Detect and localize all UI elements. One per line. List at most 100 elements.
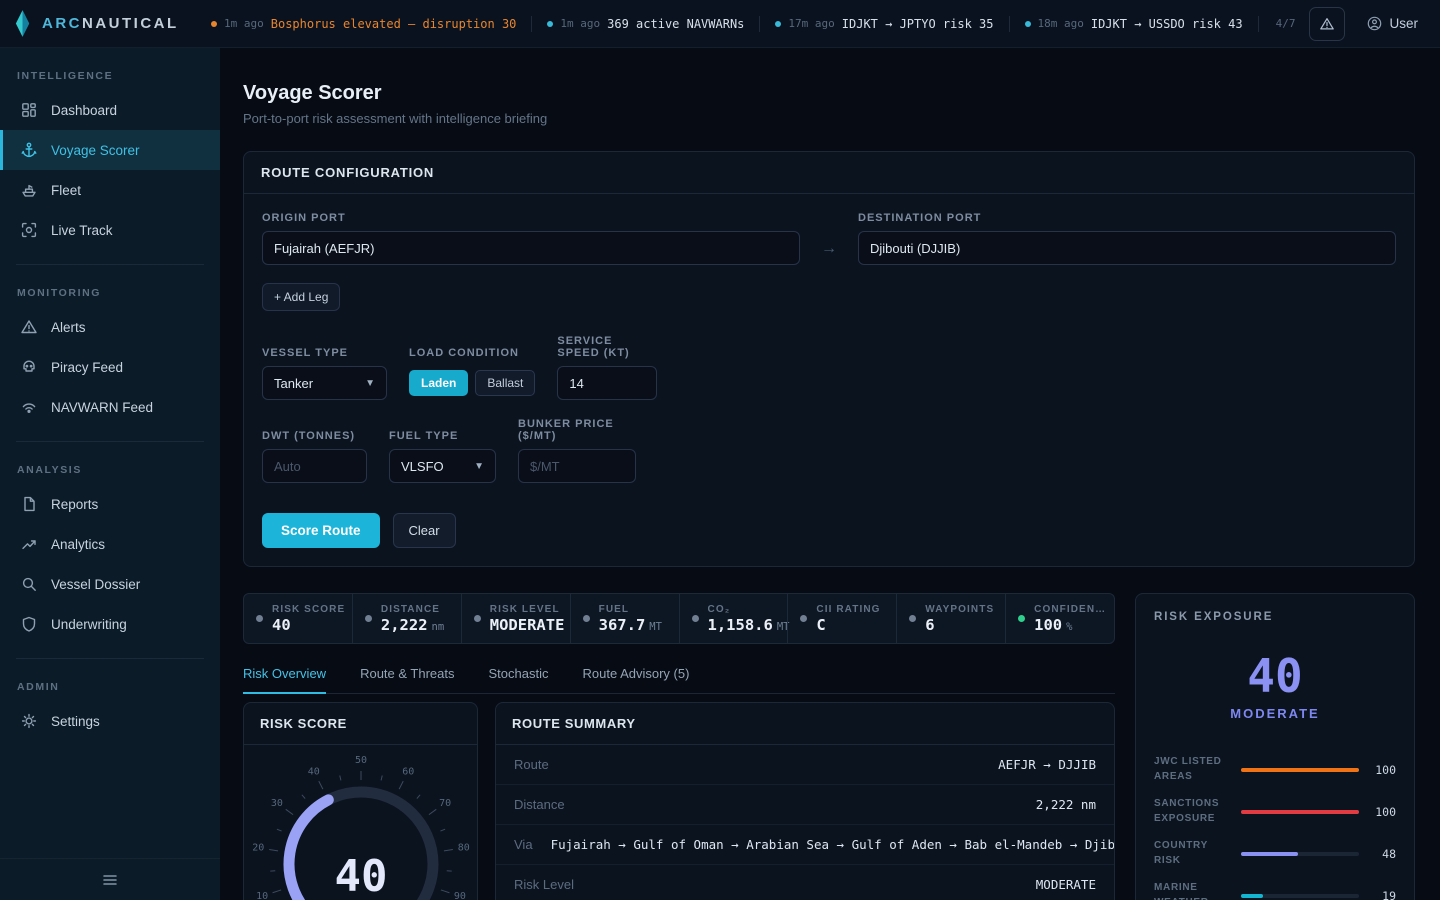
stat-label: FUEL <box>599 604 662 615</box>
anchor-icon <box>20 141 38 159</box>
sidebar-item-label: Vessel Dossier <box>51 577 140 592</box>
stat-value: 6 <box>925 616 1000 634</box>
tab-risk-overview[interactable]: Risk Overview <box>243 666 326 694</box>
exposure-bar-fill <box>1241 810 1359 814</box>
stat-value: C <box>816 616 886 634</box>
ticker-time: 1m ago <box>560 17 600 30</box>
stat-value: 100% <box>1034 616 1114 634</box>
fuel-type-select[interactable]: VLSFO ▼ <box>389 449 496 483</box>
stat-fuel: FUEL 367.7MT <box>570 594 679 643</box>
sidebar-item-analytics[interactable]: Analytics <box>0 524 220 564</box>
user-icon <box>1367 16 1382 31</box>
vessel-type-select[interactable]: Tanker ▼ <box>262 366 387 400</box>
sidebar-section-intelligence: INTELLIGENCE <box>17 70 220 82</box>
sidebar-item-alerts[interactable]: Alerts <box>0 307 220 347</box>
ship-icon <box>20 181 38 199</box>
status-dot <box>583 615 590 622</box>
alerts-button[interactable] <box>1309 7 1345 41</box>
chevron-down-icon: ▼ <box>365 378 375 389</box>
load-condition-laden-chip[interactable]: Laden <box>409 370 468 396</box>
sidebar-item-label: Alerts <box>51 320 86 335</box>
stat-value: MODERATE <box>490 616 569 634</box>
tab-stochastic[interactable]: Stochastic <box>489 666 549 693</box>
sidebar-item-label: Reports <box>51 497 98 512</box>
fuel-type-label: FUEL TYPE <box>389 430 496 442</box>
risk-exposure-title: RISK EXPOSURE <box>1154 611 1396 623</box>
sidebar-item-reports[interactable]: Reports <box>0 484 220 524</box>
sidebar-item-piracy-feed[interactable]: Piracy Feed <box>0 347 220 387</box>
stat-risk-score: RISK SCORE 40 <box>244 594 352 643</box>
result-tabs: Risk Overview Route & Threats Stochastic… <box>243 666 1115 694</box>
svg-text:10: 10 <box>256 891 268 900</box>
ticker-item[interactable]: 1m ago 369 active NAVWARNs <box>532 17 759 31</box>
risk-exposure-panel: RISK EXPOSURE 40 MODERATE JWC LISTED ARE… <box>1135 593 1415 900</box>
sidebar-item-underwriting[interactable]: Underwriting <box>0 604 220 644</box>
status-dot <box>256 615 263 622</box>
tab-route-advisory[interactable]: Route Advisory (5) <box>582 666 689 693</box>
exposure-bar-label: COUNTRY RISK <box>1154 839 1230 868</box>
summary-row-via: Via Fujairah → Gulf of Oman → Arabian Se… <box>496 825 1114 865</box>
radar-scan-icon <box>20 221 38 239</box>
route-configuration-title: ROUTE CONFIGURATION <box>244 152 1414 194</box>
sidebar-divider <box>16 658 204 659</box>
sidebar-item-label: Piracy Feed <box>51 360 123 375</box>
summary-row-distance: Distance 2,222 nm <box>496 785 1114 825</box>
ticker-time: 18m ago <box>1038 17 1084 30</box>
sidebar-item-label: Live Track <box>51 223 113 238</box>
stat-label: CONFIDENCE <box>1034 604 1114 615</box>
vessel-type-label: VESSEL TYPE <box>262 347 387 359</box>
add-leg-button[interactable]: + Add Leg <box>262 283 340 311</box>
stat-value: 367.7MT <box>599 616 662 634</box>
alert-triangle-icon <box>20 318 38 336</box>
score-route-button[interactable]: Score Route <box>262 513 380 548</box>
brand-name: ARCNAUTICAL <box>42 15 179 32</box>
stat-distance: DISTANCE 2,222nm <box>352 594 461 643</box>
exposure-bar-track <box>1241 894 1359 898</box>
stat-label: DISTANCE <box>381 604 446 615</box>
sidebar-item-navwarn-feed[interactable]: NAVWARN Feed <box>0 387 220 427</box>
sidebar-divider <box>16 441 204 442</box>
sidebar-collapse-button[interactable] <box>0 858 220 900</box>
bunker-price-input[interactable] <box>518 449 636 483</box>
ticker-time: 17m ago <box>788 17 834 30</box>
service-speed-input[interactable] <box>557 366 657 400</box>
exposure-bar-fill <box>1241 894 1263 898</box>
route-arrow-icon: → <box>800 212 858 258</box>
sidebar-section-monitoring: MONITORING <box>17 287 220 299</box>
status-dot <box>800 615 807 622</box>
user-label: User <box>1389 16 1418 31</box>
news-ticker: 1m ago Bosphorus elevated — disruption 3… <box>196 16 1272 32</box>
status-dot <box>474 615 481 622</box>
exposure-bar-track <box>1241 852 1359 856</box>
ticker-item[interactable]: 1m ago Bosphorus elevated — disruption 3… <box>196 17 531 31</box>
risk-score-panel: RISK SCORE 010203040506070809010040MODER… <box>243 702 478 900</box>
sidebar-item-fleet[interactable]: Fleet <box>0 170 220 210</box>
summary-value: Fujairah → Gulf of Oman → Arabian Sea → … <box>551 837 1115 852</box>
sidebar-item-voyage-scorer[interactable]: Voyage Scorer <box>0 130 220 170</box>
exposure-bar-value: 48 <box>1370 847 1396 861</box>
svg-text:50: 50 <box>354 755 366 766</box>
dwt-input[interactable] <box>262 449 367 483</box>
destination-port-input[interactable] <box>858 231 1396 265</box>
brand-arc: ARC <box>42 15 82 32</box>
ticker-item[interactable]: 17m ago IDJKT → JPTYO risk 35 <box>760 17 1008 31</box>
ticker-item[interactable]: 1m ago Suez Cana <box>1259 17 1272 31</box>
sidebar-item-label: Dashboard <box>51 103 117 118</box>
load-condition-ballast-chip[interactable]: Ballast <box>475 370 535 396</box>
tab-route-threats[interactable]: Route & Threats <box>360 666 454 693</box>
load-condition-label: LOAD CONDITION <box>409 347 535 359</box>
sidebar-item-live-track[interactable]: Live Track <box>0 210 220 250</box>
sidebar-item-settings[interactable]: Settings <box>0 701 220 741</box>
ticker-item[interactable]: 18m ago IDJKT → USSDO risk 43 <box>1010 17 1258 31</box>
ticker-time: 1m ago <box>224 17 264 30</box>
stat-value: 40 <box>272 616 351 634</box>
sidebar-item-dashboard[interactable]: Dashboard <box>0 90 220 130</box>
exposure-bar-fill <box>1241 852 1298 856</box>
user-menu[interactable]: User <box>1367 16 1418 31</box>
clear-button[interactable]: Clear <box>393 513 456 548</box>
svg-text:90: 90 <box>453 891 465 900</box>
exposure-bar-country: COUNTRY RISK 48 <box>1154 839 1396 868</box>
summary-label: Route <box>514 757 549 772</box>
sidebar-item-vessel-dossier[interactable]: Vessel Dossier <box>0 564 220 604</box>
origin-port-input[interactable] <box>262 231 800 265</box>
